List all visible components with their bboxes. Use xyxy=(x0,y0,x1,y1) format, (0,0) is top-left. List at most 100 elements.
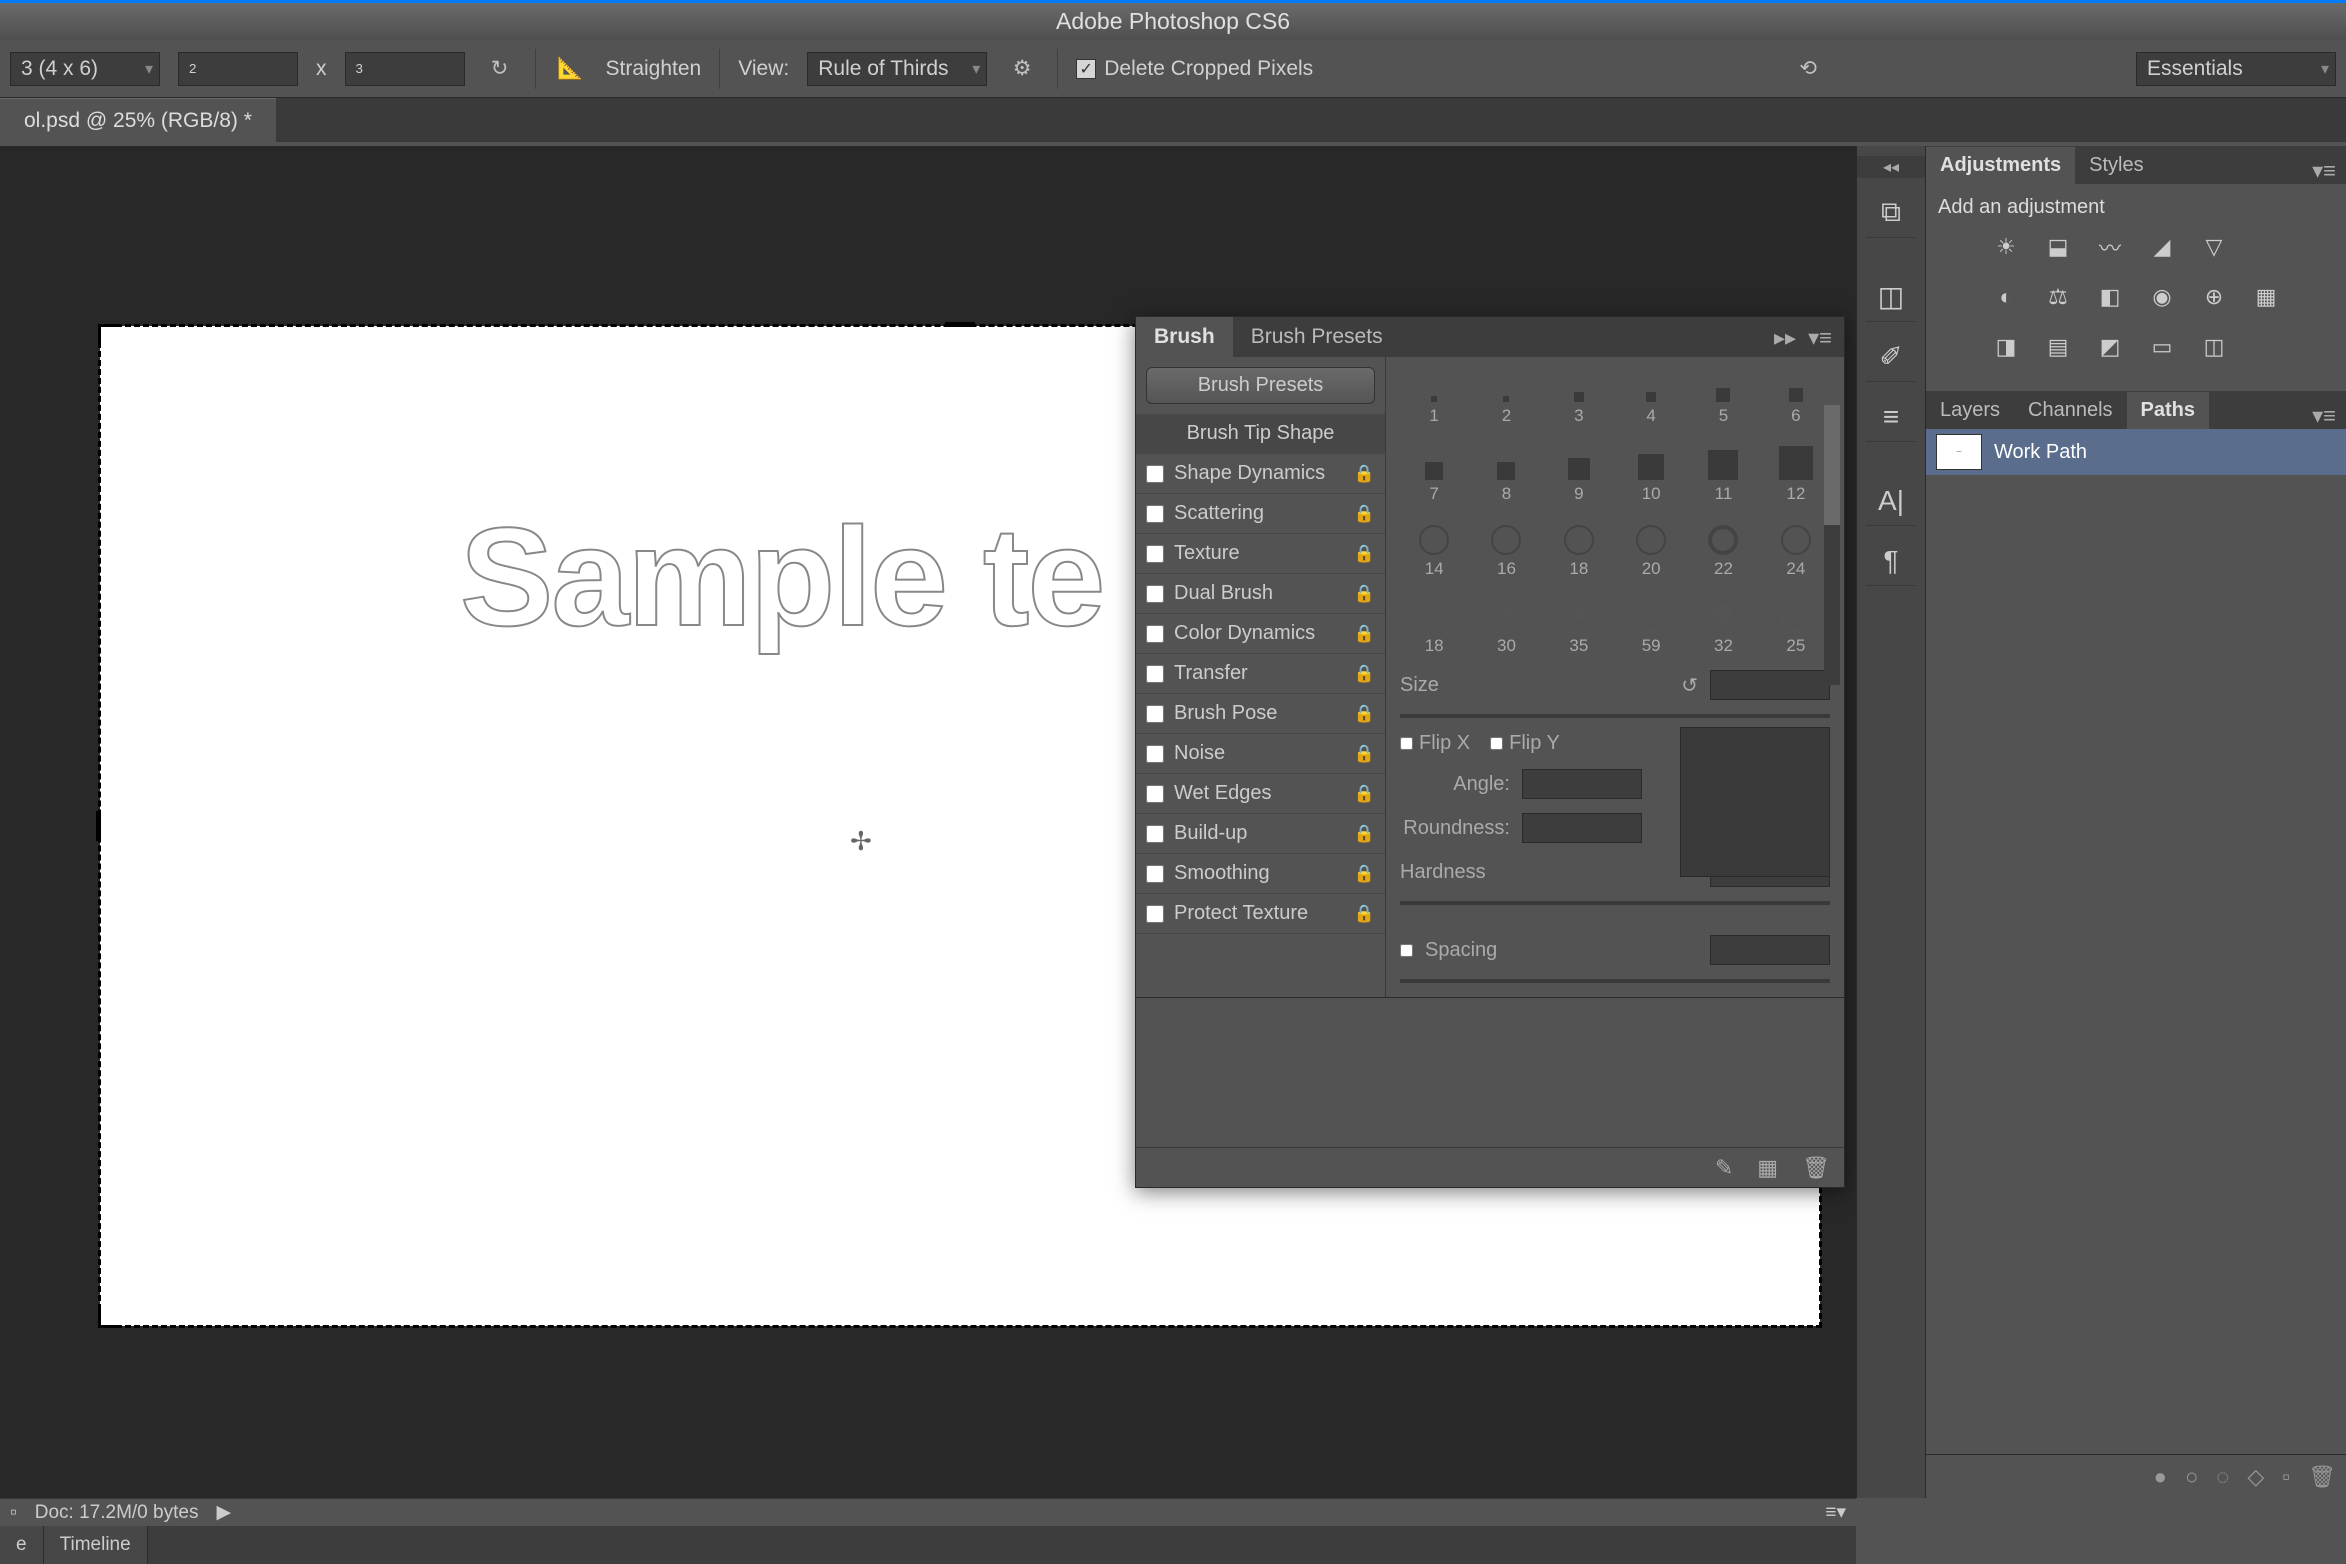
checkbox[interactable] xyxy=(1146,585,1164,603)
hue-sat-icon[interactable]: ◐ xyxy=(1988,279,2024,315)
brush-tip-swatch[interactable]: 6 xyxy=(1762,371,1830,426)
panel-menu-icon[interactable]: ▾≡ xyxy=(2302,158,2346,184)
lock-icon[interactable]: 🔒 xyxy=(1354,544,1375,564)
brush-option-dual-brush[interactable]: Dual Brush🔒 xyxy=(1136,574,1385,614)
brush-tip-swatch[interactable]: #30 xyxy=(1472,583,1540,657)
brush-option-smoothing[interactable]: Smoothing🔒 xyxy=(1136,854,1385,894)
toggle-preview-icon[interactable]: ✎ xyxy=(1715,1155,1733,1181)
lock-icon[interactable]: 🔒 xyxy=(1354,744,1375,764)
delete-preset-icon[interactable]: 🗑 xyxy=(1802,1155,1830,1181)
character-panel-icon[interactable]: A| xyxy=(1866,476,1916,526)
collapse-icon[interactable]: ▸▸ xyxy=(1774,325,1796,351)
brush-grid-scrollbar[interactable] xyxy=(1824,405,1840,685)
brush-option-noise[interactable]: Noise🔒 xyxy=(1136,734,1385,774)
crop-handle-tl[interactable] xyxy=(98,324,118,344)
color-lookup-icon[interactable]: ▦ xyxy=(2248,279,2284,315)
canvas-area[interactable]: Sample te ✢ Brush Brush Presets ▸▸ ▾≡ Br… xyxy=(0,146,1856,1498)
brush-tip-swatch[interactable]: 9 xyxy=(1545,430,1613,505)
tab-channels[interactable]: Channels xyxy=(2014,392,2127,429)
brush-presets-panel-icon[interactable]: ≡ xyxy=(1866,392,1916,442)
checkbox[interactable] xyxy=(1146,905,1164,923)
checkbox[interactable] xyxy=(1146,665,1164,683)
brush-tip-swatch[interactable]: 18 xyxy=(1545,508,1613,579)
crop-handle-top[interactable] xyxy=(945,322,975,327)
brush-option-protect-texture[interactable]: Protect Texture🔒 xyxy=(1136,894,1385,934)
flip-x-check[interactable] xyxy=(1400,737,1413,750)
brush-tip-swatch[interactable]: 1 xyxy=(1400,371,1468,426)
brush-option-shape-dynamics[interactable]: Shape Dynamics🔒 xyxy=(1136,454,1385,494)
checkbox[interactable] xyxy=(1146,785,1164,803)
channel-mixer-icon[interactable]: ⊕ xyxy=(2196,279,2232,315)
brush-tip-swatch[interactable]: 3 xyxy=(1545,371,1613,426)
tab-brush-presets[interactable]: Brush Presets xyxy=(1233,317,1401,357)
fill-path-icon[interactable]: ● xyxy=(2154,1464,2167,1490)
brush-tip-swatch[interactable]: 22 xyxy=(1689,508,1757,579)
tab-styles[interactable]: Styles xyxy=(2075,147,2157,184)
brush-angle-preview[interactable] xyxy=(1680,727,1830,877)
selective-color-icon[interactable]: ◫ xyxy=(2196,329,2232,365)
hardness-slider[interactable] xyxy=(1400,901,1830,905)
brightness-contrast-icon[interactable]: ☀ xyxy=(1988,229,2024,265)
gradient-map-icon[interactable]: ▭ xyxy=(2144,329,2180,365)
tab-mini-bridge[interactable]: e xyxy=(0,1526,44,1564)
brush-option-scattering[interactable]: Scattering🔒 xyxy=(1136,494,1385,534)
crop-handle-bl[interactable] xyxy=(98,1308,118,1328)
black-white-icon[interactable]: ◧ xyxy=(2092,279,2128,315)
exposure-icon[interactable]: ◢ xyxy=(2144,229,2180,265)
brush-tip-shape-row[interactable]: Brush Tip Shape xyxy=(1136,414,1385,454)
brush-option-color-dynamics[interactable]: Color Dynamics🔒 xyxy=(1136,614,1385,654)
selection-to-path-icon[interactable]: ◇ xyxy=(2247,1464,2264,1490)
status-arrow-icon[interactable]: ▶ xyxy=(216,1501,231,1524)
brush-option-wet-edges[interactable]: Wet Edges🔒 xyxy=(1136,774,1385,814)
doc-size[interactable]: Doc: 17.2M/0 bytes xyxy=(35,1502,199,1524)
brush-tip-swatch[interactable]: 14 xyxy=(1400,508,1468,579)
brush-tip-swatch[interactable]: 20 xyxy=(1617,508,1685,579)
reset-crop-icon[interactable]: ⟲ xyxy=(1791,52,1825,86)
lock-icon[interactable]: 🔒 xyxy=(1354,624,1375,644)
brush-option-build-up[interactable]: Build-up🔒 xyxy=(1136,814,1385,854)
panel-menu-icon[interactable]: ▾≡ xyxy=(1808,325,1832,351)
checkbox[interactable] xyxy=(1146,865,1164,883)
stroke-path-icon[interactable]: ○ xyxy=(2185,1464,2198,1490)
brush-tip-swatch[interactable]: 11 xyxy=(1689,430,1757,505)
size-input[interactable] xyxy=(1710,670,1830,700)
brush-tip-swatch[interactable]: 2 xyxy=(1472,371,1540,426)
path-item-work-path[interactable]: ~ Work Path xyxy=(1926,429,2346,475)
spacing-check[interactable] xyxy=(1400,944,1413,957)
tab-adjustments[interactable]: Adjustments xyxy=(1926,147,2075,184)
spacing-slider[interactable] xyxy=(1400,979,1830,983)
threshold-icon[interactable]: ◩ xyxy=(2092,329,2128,365)
brush-tip-swatch[interactable]: 24 xyxy=(1762,508,1830,579)
brush-tip-swatch[interactable]: 8 xyxy=(1472,430,1540,505)
path-to-selection-icon[interactable]: ◌ xyxy=(2216,1464,2229,1490)
brush-presets-button[interactable]: Brush Presets xyxy=(1146,367,1375,404)
posterize-icon[interactable]: ▤ xyxy=(2040,329,2076,365)
history-panel-icon[interactable]: ⧉ xyxy=(1866,188,1916,238)
checkbox[interactable] xyxy=(1146,505,1164,523)
angle-input[interactable] xyxy=(1522,769,1642,799)
brush-tip-swatch[interactable]: 10 xyxy=(1617,430,1685,505)
brush-tip-swatch[interactable]: ✕35 xyxy=(1545,583,1613,657)
lock-icon[interactable]: 🔒 xyxy=(1354,504,1375,524)
lock-icon[interactable]: 🔒 xyxy=(1354,664,1375,684)
flip-y-check[interactable] xyxy=(1490,737,1503,750)
brush-tip-swatch[interactable]: ⋰18 xyxy=(1400,583,1468,657)
brush-tip-swatch[interactable]: ◯25 xyxy=(1762,583,1830,657)
lock-icon[interactable]: 🔒 xyxy=(1354,784,1375,804)
tab-layers[interactable]: Layers xyxy=(1926,392,2014,429)
panel-menu-icon[interactable]: ▾≡ xyxy=(2302,403,2346,429)
brush-tip-swatch[interactable]: 12 xyxy=(1762,430,1830,505)
checkbox[interactable] xyxy=(1146,825,1164,843)
lock-icon[interactable]: 🔒 xyxy=(1354,864,1375,884)
size-slider[interactable] xyxy=(1400,714,1830,718)
vibrance-icon[interactable]: ▽ xyxy=(2196,229,2232,265)
roundness-input[interactable] xyxy=(1522,813,1642,843)
brush-tip-swatch[interactable]: 16 xyxy=(1472,508,1540,579)
delete-cropped-check[interactable]: ✓ Delete Cropped Pixels xyxy=(1076,57,1313,81)
workspace-select[interactable]: Essentials xyxy=(2136,52,2336,86)
properties-panel-icon[interactable]: ◫ xyxy=(1866,272,1916,322)
photo-filter-icon[interactable]: ◉ xyxy=(2144,279,2180,315)
tab-timeline[interactable]: Timeline xyxy=(44,1526,148,1564)
lock-icon[interactable]: 🔒 xyxy=(1354,824,1375,844)
brush-panel[interactable]: Brush Brush Presets ▸▸ ▾≡ Brush Presets … xyxy=(1135,316,1845,1188)
